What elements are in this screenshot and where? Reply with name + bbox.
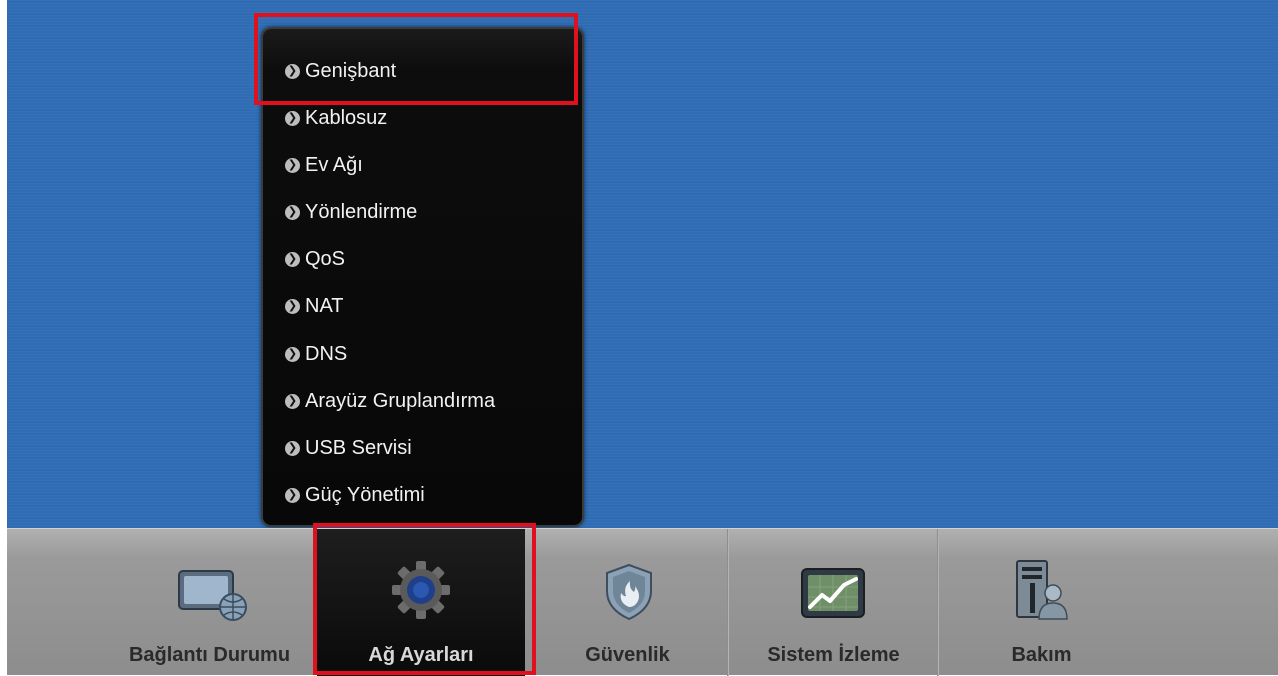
chevron-right-icon: ❯ xyxy=(285,251,300,267)
nav-item-bakim[interactable]: Bakım xyxy=(939,529,1144,676)
menu-item-label: DNS xyxy=(305,342,348,365)
menu-item-yonlendirme[interactable]: ❯ Yönlendirme xyxy=(285,198,417,226)
nav-label: Ağ Ayarları xyxy=(368,644,474,666)
menu-item-label: USB Servisi xyxy=(305,436,412,459)
menu-item-guc-yonetimi[interactable]: ❯ Güç Yönetimi xyxy=(285,481,425,509)
shield-flame-icon xyxy=(606,563,652,621)
gear-icon xyxy=(392,561,450,619)
menu-item-usb-servisi[interactable]: ❯ USB Servisi xyxy=(285,434,412,462)
menu-item-label: Güç Yönetimi xyxy=(305,483,425,506)
menu-item-label: Genişbant xyxy=(305,59,397,82)
monitor-chart-icon xyxy=(801,568,865,618)
menu-item-genisbant[interactable]: ❯ Genişbant xyxy=(285,57,396,85)
monitor-globe-icon xyxy=(178,570,247,621)
menu-item-label: Kablosuz xyxy=(305,106,388,129)
menu-item-dns[interactable]: ❯ DNS xyxy=(285,340,347,368)
nav-item-sistem-izleme[interactable]: Sistem İzleme xyxy=(730,529,937,676)
nav-item-baglanti-durumu[interactable]: Bağlantı Durumu xyxy=(107,529,312,676)
chevron-right-icon: ❯ xyxy=(285,157,300,173)
nav-label: Bağlantı Durumu xyxy=(128,644,291,666)
network-settings-dropdown: ❯ Genişbant ❯ Kablosuz ❯ Ev Ağı ❯ Yönlen… xyxy=(261,27,584,527)
chevron-right-icon: ❯ xyxy=(285,440,300,456)
bottom-navbar: Bağlantı Durumu Ağ Ayarları Güvenlik Sis… xyxy=(7,528,1278,676)
menu-item-ev-agi[interactable]: ❯ Ev Ağı xyxy=(285,151,363,179)
chevron-right-icon: ❯ xyxy=(285,298,300,314)
nav-label: Güvenlik xyxy=(585,644,670,666)
desktop-background xyxy=(7,0,1278,528)
menu-item-arayuz-gruplandirma[interactable]: ❯ Arayüz Gruplandırma xyxy=(285,387,495,415)
menu-item-label: Ev Ağı xyxy=(305,153,363,176)
chevron-right-icon: ❯ xyxy=(285,110,300,126)
chevron-right-icon: ❯ xyxy=(285,63,300,79)
nav-item-guvenlik[interactable]: Güvenlik xyxy=(525,529,730,676)
menu-item-label: Arayüz Gruplandırma xyxy=(305,389,496,412)
menu-item-qos[interactable]: ❯ QoS xyxy=(285,245,345,273)
menu-item-kablosuz[interactable]: ❯ Kablosuz xyxy=(285,104,387,132)
nav-label: Sistem İzleme xyxy=(767,644,900,666)
menu-item-nat[interactable]: ❯ NAT xyxy=(285,292,344,320)
menu-item-label: Yönlendirme xyxy=(305,200,418,223)
nav-item-ag-ayarlari[interactable]: Ağ Ayarları xyxy=(317,529,525,676)
menu-item-label: NAT xyxy=(305,294,344,317)
chevron-right-icon: ❯ xyxy=(285,204,300,220)
chevron-right-icon: ❯ xyxy=(285,487,300,503)
menu-item-label: QoS xyxy=(305,247,346,270)
chevron-right-icon: ❯ xyxy=(285,393,300,409)
nav-label: Bakım xyxy=(1011,644,1072,666)
chevron-right-icon: ❯ xyxy=(285,346,300,362)
maintenance-person-icon xyxy=(1016,560,1068,620)
